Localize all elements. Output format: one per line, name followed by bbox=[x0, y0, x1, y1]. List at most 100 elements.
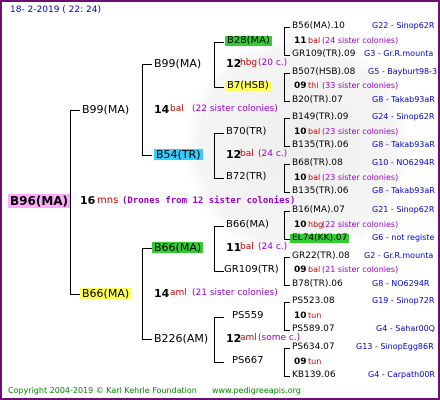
l2-queen: B54(TR) bbox=[154, 148, 203, 161]
l4-number: 09 bbox=[294, 357, 307, 367]
l2-note: (20 c.) bbox=[258, 58, 288, 68]
connector-line bbox=[214, 133, 224, 134]
l3-drone: PS667 bbox=[232, 355, 264, 366]
l4-ancestor: B149(TR).09 bbox=[292, 112, 349, 122]
l4-ancestor: B20(TR).07 bbox=[292, 95, 343, 105]
connector-line bbox=[284, 164, 285, 193]
l4-reference: G19 - Sinop72R bbox=[372, 296, 435, 305]
l2-queen: B99(MA) bbox=[154, 57, 202, 70]
connector-line bbox=[214, 271, 224, 272]
root-number: 16 bbox=[80, 194, 96, 207]
l1-note: (21 sister colonies) bbox=[192, 288, 278, 298]
connector-line bbox=[214, 133, 215, 179]
l3-drone: B72(TR) bbox=[226, 171, 267, 182]
connector-line bbox=[142, 64, 143, 156]
l3-queen: PS559 bbox=[232, 310, 264, 321]
l4-reference: G8 - NO6294R bbox=[372, 279, 430, 288]
connector-line bbox=[70, 110, 80, 111]
connector-line bbox=[142, 248, 152, 249]
l1-number: 14 bbox=[154, 287, 170, 300]
l4-reference: G13 - SinopEgg86R bbox=[356, 342, 434, 351]
l4-note: (23 sister colonies) bbox=[322, 127, 399, 136]
connector-line bbox=[284, 118, 285, 147]
l4-reference: G2 - Gr.R.mounta bbox=[364, 251, 434, 260]
l2-mating: hbg bbox=[240, 58, 258, 68]
l1-mating: aml bbox=[170, 288, 187, 298]
l1-note: (22 sister colonies) bbox=[192, 104, 278, 114]
l4-ancestor: B135(TR).06 bbox=[292, 140, 349, 150]
l4-number: 10 bbox=[294, 220, 307, 230]
connector-line bbox=[214, 178, 224, 179]
l3-queen: B70(TR) bbox=[226, 126, 267, 137]
connector-line bbox=[284, 73, 290, 74]
l4-reference: G5 - Bayburt98-3 bbox=[368, 67, 438, 76]
l4-ancestor: GR109(TR).09 bbox=[292, 49, 356, 59]
connector-line bbox=[284, 285, 290, 286]
connector-line bbox=[214, 362, 224, 363]
l4-ancestor: PS589.07 bbox=[292, 324, 335, 334]
connector-line bbox=[70, 294, 80, 295]
connector-line bbox=[284, 146, 290, 147]
l2-mating: bal bbox=[240, 242, 254, 252]
l4-note: (33 sister colonies) bbox=[322, 81, 399, 90]
connector-line bbox=[284, 302, 285, 331]
l4-mating: bal bbox=[308, 36, 321, 45]
l4-mating: bal bbox=[308, 173, 321, 182]
l2-note: (24 c.) bbox=[258, 149, 288, 159]
l4-ancestor: B68(TR).08 bbox=[292, 158, 343, 168]
connector-line bbox=[214, 226, 224, 227]
l4-ancestor: B78(TR).06 bbox=[292, 279, 343, 289]
connector-line bbox=[284, 192, 290, 193]
l2-queen: B66(MA) bbox=[152, 241, 204, 254]
l4-reference: G8 - Takab93aR bbox=[372, 95, 435, 104]
pedigree-frame: 18- 2-2019 ( 22: 24) B96(MA) 16 mns (Dro… bbox=[0, 0, 440, 400]
l4-reference: G24 - Sinop62R bbox=[372, 112, 435, 121]
l4-reference: G3 - Gr.R.mounta bbox=[364, 49, 434, 58]
l3-queen: B66(MA) bbox=[226, 219, 269, 230]
l4-note: (23 sister colonies) bbox=[322, 173, 399, 182]
l4-reference: G6 - not registe bbox=[372, 233, 435, 242]
l4-ancestor: GR22(TR).08 bbox=[292, 251, 350, 261]
connector-line bbox=[214, 87, 224, 88]
l1-queen: B99(MA) bbox=[82, 103, 130, 116]
l3-drone: GR109(TR) bbox=[224, 264, 279, 275]
l3-drone: B7(HSB) bbox=[225, 80, 271, 91]
l4-mating: thi bbox=[308, 81, 319, 90]
l4-ancestor: B135(TR).06 bbox=[292, 186, 349, 196]
l4-ancestor: EL74(KK).07 bbox=[290, 233, 350, 243]
l4-reference: G4 - Carpath00R bbox=[368, 370, 435, 379]
footer-site-link[interactable]: www.pedigreeapis.org bbox=[212, 387, 301, 395]
footer-copyright: Copyright 2004-2019 © Karl Kehrle Founda… bbox=[8, 386, 197, 395]
connector-line bbox=[70, 110, 71, 295]
l2-mating: aml bbox=[240, 333, 257, 343]
connector-line bbox=[284, 348, 290, 349]
l4-reference: G4 - Sahar00Q bbox=[376, 324, 435, 333]
connector-line bbox=[284, 73, 285, 102]
l1-number: 14 bbox=[154, 103, 170, 116]
l4-ancestor: B507(HSB).08 bbox=[292, 67, 356, 77]
connector-line bbox=[142, 155, 152, 156]
l4-mating: bal bbox=[308, 265, 321, 274]
l4-note: (22 sister colonies) bbox=[322, 220, 399, 229]
root-queen: B96(MA) bbox=[8, 194, 71, 208]
l4-number: 09 bbox=[294, 265, 307, 275]
l4-mating: hbg bbox=[308, 220, 324, 229]
l4-mating: bal bbox=[308, 127, 321, 136]
l4-ancestor: PS523.08 bbox=[292, 296, 335, 306]
connector-line bbox=[284, 55, 290, 56]
connector-line bbox=[214, 317, 215, 363]
l4-ancestor: B56(MA).10 bbox=[292, 21, 345, 31]
header-date: 18- 2-2019 ( 22: 24) bbox=[10, 5, 101, 15]
connector-line bbox=[284, 101, 290, 102]
l4-number: 10 bbox=[294, 311, 307, 321]
l4-mating: tun bbox=[308, 357, 322, 366]
root-note: (Drones from 12 sister colonies) bbox=[122, 196, 296, 206]
l1-queen: B66(MA) bbox=[80, 287, 132, 300]
connector-line bbox=[284, 330, 290, 331]
connector-line bbox=[284, 211, 290, 212]
l4-reference: G22 - Sinop62R bbox=[372, 21, 435, 30]
l4-number: 09 bbox=[294, 81, 307, 91]
connector-line bbox=[214, 42, 215, 88]
l4-reference: G8 - Takab93aR bbox=[372, 140, 435, 149]
l3-queen: B28(MA) bbox=[225, 35, 272, 46]
